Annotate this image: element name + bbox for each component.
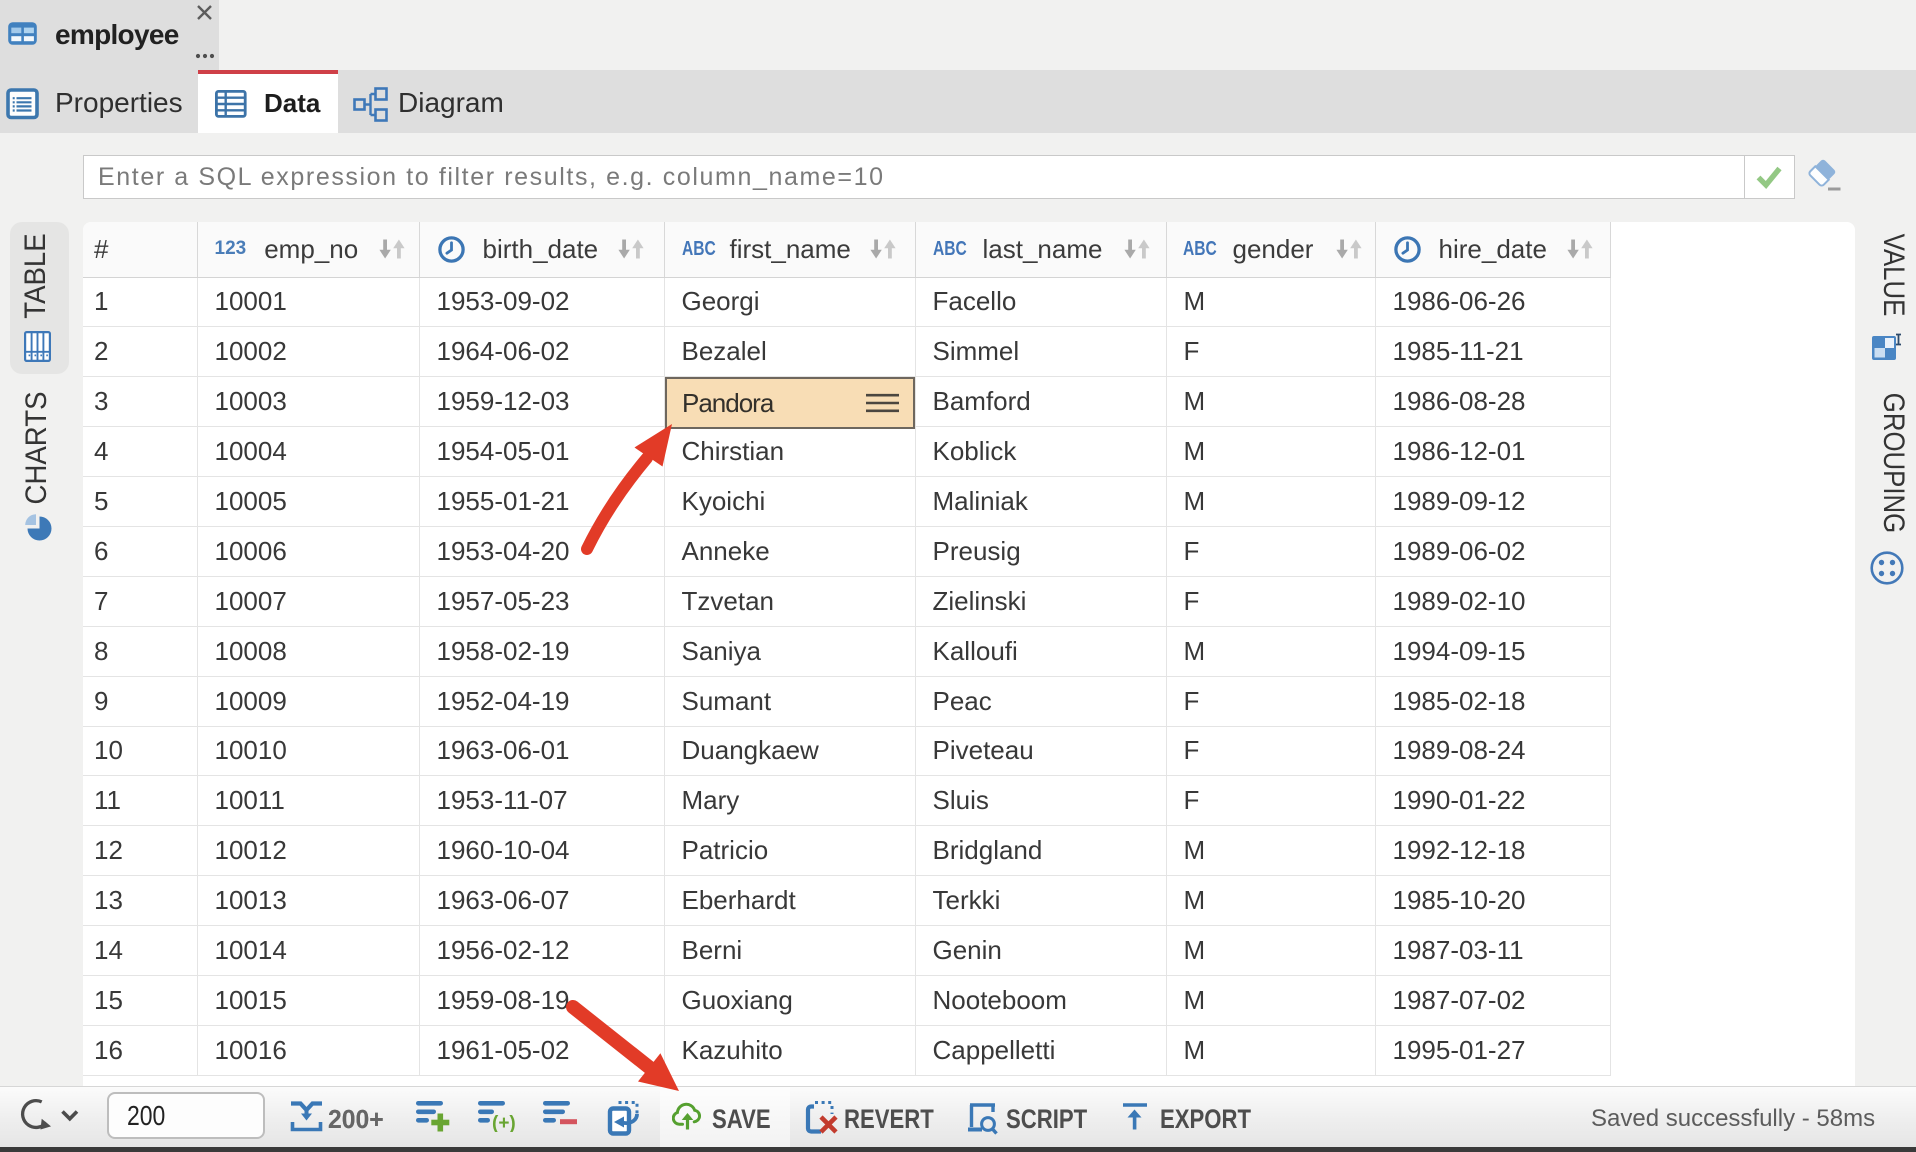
svg-text:(+): (+) — [492, 1113, 516, 1132]
